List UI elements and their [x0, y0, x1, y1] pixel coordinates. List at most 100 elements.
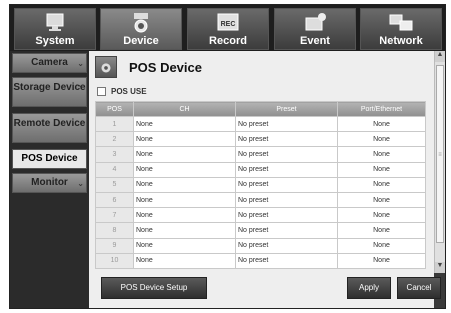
- preset-cell[interactable]: No preset: [235, 237, 338, 254]
- pos-device-setup-button[interactable]: POS Device Setup: [101, 277, 207, 299]
- port-cell[interactable]: None: [337, 191, 426, 209]
- tab-network[interactable]: Network: [360, 8, 442, 50]
- table-header-row: POS CH Preset Port/Ethernet: [95, 101, 426, 117]
- pos-number-cell: 9: [95, 237, 134, 254]
- tab-event-label: Event: [300, 35, 330, 47]
- preset-cell[interactable]: No preset: [235, 252, 338, 269]
- pos-device-glyph: [101, 63, 111, 73]
- pos-number-cell: 2: [95, 131, 134, 148]
- pos-number-cell: 3: [95, 146, 134, 163]
- table-row[interactable]: 8 None No preset None: [95, 222, 426, 239]
- pos-table: POS CH Preset Port/Ethernet 1 None No pres…: [95, 101, 426, 269]
- main-content: POS Device POS USE POS CH Preset Port/Et…: [89, 51, 441, 308]
- table-row[interactable]: 7 None No preset None: [95, 207, 426, 224]
- sidebar-item-remote-device[interactable]: Remote Device: [12, 113, 87, 143]
- tab-record-label: Record: [209, 35, 247, 47]
- ch-cell[interactable]: None: [133, 131, 236, 148]
- rec-icon: REC: [217, 13, 239, 31]
- column-header-preset: Preset: [235, 101, 338, 117]
- apply-button[interactable]: Apply: [347, 277, 391, 299]
- tab-system[interactable]: System: [14, 8, 96, 50]
- scroll-down-icon[interactable]: ▼: [435, 262, 445, 273]
- ch-cell[interactable]: None: [133, 146, 236, 163]
- ch-cell[interactable]: None: [133, 176, 236, 193]
- sidebar: Camera ⌄ Storage Device ⌄ Remote Device …: [10, 51, 89, 308]
- pos-number-cell: 1: [95, 115, 134, 133]
- table-row[interactable]: 4 None No preset None: [95, 161, 426, 178]
- tab-device[interactable]: Device: [100, 8, 182, 50]
- preset-cell[interactable]: No preset: [235, 207, 338, 224]
- table-row[interactable]: 2 None No preset None: [95, 131, 426, 148]
- pos-use-label: POS USE: [111, 87, 147, 96]
- camera-icon: [134, 13, 148, 33]
- preset-cell[interactable]: No preset: [235, 115, 338, 133]
- port-cell[interactable]: None: [337, 207, 426, 224]
- column-header-port: Port/Ethernet: [337, 101, 426, 117]
- port-cell[interactable]: None: [337, 252, 426, 269]
- scroll-up-icon[interactable]: ▲: [435, 51, 445, 62]
- table-row[interactable]: 3 None No preset None: [95, 146, 426, 163]
- preset-cell[interactable]: No preset: [235, 191, 338, 209]
- tab-event[interactable]: Event: [274, 8, 356, 50]
- port-cell[interactable]: None: [337, 131, 426, 148]
- table-row[interactable]: 1 None No preset None: [95, 115, 426, 133]
- table-row[interactable]: 10 None No preset None: [95, 252, 426, 269]
- sidebar-item-label: POS Device: [21, 153, 78, 164]
- port-cell[interactable]: None: [337, 176, 426, 193]
- tab-network-label: Network: [379, 35, 423, 47]
- column-header-pos: POS: [95, 101, 134, 117]
- page-title: POS Device: [129, 60, 202, 75]
- ch-cell[interactable]: None: [133, 252, 236, 269]
- tab-system-label: System: [35, 35, 75, 47]
- preset-cell[interactable]: No preset: [235, 176, 338, 193]
- tab-record[interactable]: REC Record: [187, 8, 269, 50]
- cancel-button[interactable]: Cancel: [397, 277, 441, 299]
- scrollbar[interactable]: ▲ ≡ ▼: [434, 51, 445, 273]
- sidebar-item-monitor[interactable]: Monitor ⌄: [12, 173, 87, 193]
- ch-cell[interactable]: None: [133, 161, 236, 178]
- pos-number-cell: 7: [95, 207, 134, 224]
- sidebar-item-label: Camera: [31, 57, 68, 68]
- port-cell[interactable]: None: [337, 237, 426, 254]
- preset-cell[interactable]: No preset: [235, 131, 338, 148]
- pos-number-cell: 8: [95, 222, 134, 239]
- app-window: System Device REC Record Event Network C…: [9, 4, 446, 309]
- table-row[interactable]: 9 None No preset None: [95, 237, 426, 254]
- pos-number-cell: 5: [95, 176, 134, 193]
- network-icon: [389, 14, 413, 31]
- checkbox-icon[interactable]: [97, 87, 106, 96]
- pos-device-icon: [95, 56, 117, 78]
- preset-cell[interactable]: No preset: [235, 161, 338, 178]
- top-navigation: System Device REC Record Event Network: [10, 5, 445, 51]
- page-header: POS Device: [89, 51, 434, 83]
- event-icon: [305, 13, 326, 31]
- sidebar-item-camera[interactable]: Camera ⌄: [12, 53, 87, 73]
- preset-cell[interactable]: No preset: [235, 146, 338, 163]
- port-cell[interactable]: None: [337, 146, 426, 163]
- monitor-icon: [46, 13, 64, 31]
- ch-cell[interactable]: None: [133, 191, 236, 209]
- port-cell[interactable]: None: [337, 115, 426, 133]
- table-row[interactable]: 6 None No preset None: [95, 191, 426, 209]
- ch-cell[interactable]: None: [133, 237, 236, 254]
- ch-cell[interactable]: None: [133, 115, 236, 133]
- sidebar-item-label: Storage Device: [13, 82, 86, 93]
- column-header-ch: CH: [133, 101, 236, 117]
- preset-cell[interactable]: No preset: [235, 222, 338, 239]
- chevron-down-icon: ⌄: [77, 80, 84, 89]
- pos-number-cell: 6: [95, 191, 134, 209]
- rec-badge: REC: [221, 21, 236, 28]
- port-cell[interactable]: None: [337, 222, 426, 239]
- pos-number-cell: 4: [95, 161, 134, 178]
- sidebar-item-pos-device[interactable]: POS Device: [12, 149, 87, 169]
- chevron-down-icon: ⌄: [77, 59, 84, 68]
- scroll-thumb[interactable]: ≡: [436, 65, 444, 243]
- sidebar-item-label: Remote Device: [13, 118, 86, 129]
- table-row[interactable]: 5 None No preset None: [95, 176, 426, 193]
- ch-cell[interactable]: None: [133, 222, 236, 239]
- tab-device-label: Device: [123, 35, 159, 47]
- sidebar-item-storage-device[interactable]: Storage Device ⌄: [12, 77, 87, 107]
- ch-cell[interactable]: None: [133, 207, 236, 224]
- port-cell[interactable]: None: [337, 161, 426, 178]
- chevron-down-icon: ⌄: [77, 179, 84, 188]
